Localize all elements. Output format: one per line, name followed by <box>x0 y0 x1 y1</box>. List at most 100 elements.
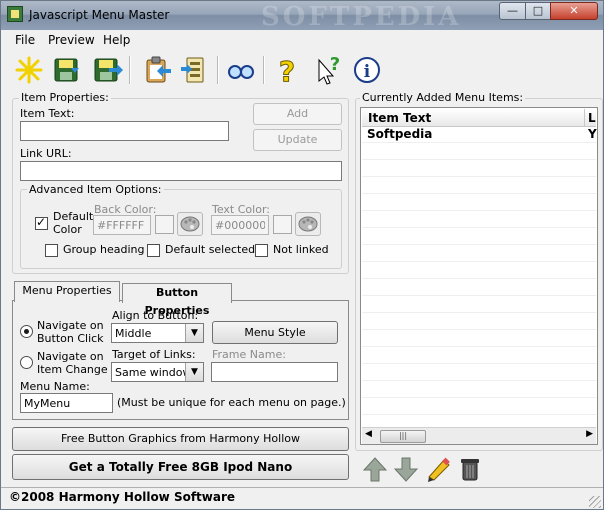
maximize-button[interactable]: □ <box>525 2 551 20</box>
scroll-left-icon[interactable]: ◀ <box>365 429 372 439</box>
target-of-links-select[interactable]: Same window ▼ <box>111 362 204 382</box>
svg-text:?: ? <box>279 55 295 86</box>
trash-icon[interactable] <box>456 455 484 483</box>
text-color-swatch <box>273 215 292 234</box>
list-row-empty <box>362 177 596 194</box>
list-row-empty <box>362 194 596 211</box>
menu-file[interactable]: File <box>15 33 35 47</box>
not-linked-checkbox[interactable] <box>255 244 268 257</box>
export-icon[interactable] <box>179 54 211 86</box>
menu-name-input[interactable] <box>20 393 113 413</box>
align-to-button-value: Middle <box>115 327 152 340</box>
text-color-palette-button[interactable] <box>295 212 321 236</box>
save-as-icon[interactable] <box>91 54 123 86</box>
back-color-input[interactable] <box>93 215 151 235</box>
minimize-button[interactable]: — <box>499 2 526 20</box>
info-icon[interactable]: i <box>351 54 383 86</box>
toolbar-separator <box>129 56 131 84</box>
group-heading-label: Group heading <box>63 243 145 256</box>
advanced-options-legend: Advanced Item Options: <box>27 183 164 196</box>
align-to-button-label: Align to Button: <box>112 309 199 322</box>
title-bar[interactable]: Javascript Menu Master SOFTPEDIA — □ ✕ <box>1 1 603 32</box>
resize-grip[interactable] <box>589 496 601 508</box>
svg-text:i: i <box>364 62 371 82</box>
default-color-label: Default Color <box>53 210 94 236</box>
preview-glasses-icon[interactable] <box>225 54 257 86</box>
scroll-right-icon[interactable]: ▶ <box>586 429 593 439</box>
watermark: SOFTPEDIA <box>261 2 462 32</box>
navigate-button-click-radio[interactable] <box>20 325 33 338</box>
column-divider[interactable] <box>584 109 585 126</box>
free-ipod-button[interactable]: Get a Totally Free 8GB Ipod Nano <box>12 454 349 480</box>
list-header: Item Text L <box>362 109 596 127</box>
column-link[interactable]: L <box>588 111 596 125</box>
copyright-text: ©2008 Harmony Hollow Software <box>9 490 236 504</box>
menu-preview[interactable]: Preview <box>48 33 95 47</box>
navigate-item-change-radio[interactable] <box>20 356 33 369</box>
palette-icon <box>298 216 318 232</box>
move-up-icon[interactable] <box>361 455 389 483</box>
back-color-swatch <box>155 215 174 234</box>
item-text-label: Item Text: <box>20 107 75 120</box>
back-color-palette-button[interactable] <box>177 212 203 236</box>
item-properties-legend: Item Properties: <box>19 91 111 104</box>
not-linked-label: Not linked <box>273 243 329 256</box>
menu-items-list[interactable]: Item Text L Softpedia Y ◀ ||| ▶ <box>360 107 598 445</box>
add-button[interactable]: Add <box>253 103 342 125</box>
navigate-button-click-label: Navigate on Button Click <box>37 319 104 345</box>
close-button[interactable]: ✕ <box>550 2 598 20</box>
list-row-empty <box>362 143 596 160</box>
tab-button-properties[interactable]: Button Properties <box>122 283 232 317</box>
free-graphics-button[interactable]: Free Button Graphics from Harmony Hollow <box>12 427 349 451</box>
update-button[interactable]: Update <box>253 129 342 151</box>
default-selected-checkbox[interactable] <box>147 244 160 257</box>
toolbar-separator <box>217 56 219 84</box>
list-row-empty <box>362 398 596 415</box>
list-row-empty <box>362 228 596 245</box>
align-to-button-select[interactable]: Middle ▼ <box>111 323 204 343</box>
list-row-empty <box>362 330 596 347</box>
chevron-down-icon: ▼ <box>185 324 203 342</box>
target-of-links-label: Target of Links: <box>112 348 196 361</box>
save-icon[interactable] <box>51 54 83 86</box>
list-row-empty <box>362 296 596 313</box>
default-color-checkbox[interactable] <box>35 215 48 230</box>
list-row-empty <box>362 262 596 279</box>
list-row-empty <box>362 381 596 398</box>
move-down-icon[interactable] <box>392 455 420 483</box>
app-window: Javascript Menu Master SOFTPEDIA — □ ✕ F… <box>0 0 604 510</box>
tab-menu-properties[interactable]: Menu Properties <box>14 281 120 302</box>
group-heading-checkbox[interactable] <box>45 244 58 257</box>
link-url-label: Link URL: <box>20 147 72 160</box>
toolbar: ? ? i <box>1 50 603 90</box>
window-title: Javascript Menu Master <box>29 8 170 22</box>
menu-help[interactable]: Help <box>103 33 130 47</box>
item-text-input[interactable] <box>20 121 229 141</box>
link-url-input[interactable] <box>20 161 342 181</box>
frame-name-label: Frame Name: <box>212 348 286 361</box>
frame-name-input[interactable] <box>211 362 338 382</box>
wizard-icon[interactable]: ? <box>311 54 343 86</box>
menu-name-label: Menu Name: <box>20 380 90 393</box>
text-color-input[interactable] <box>211 215 269 235</box>
list-row-empty <box>362 245 596 262</box>
list-row-empty <box>362 313 596 330</box>
paste-icon[interactable] <box>141 54 173 86</box>
toolbar-separator <box>263 56 265 84</box>
svg-text:?: ? <box>330 54 340 75</box>
target-of-links-value: Same window <box>115 366 192 379</box>
horizontal-scrollbar[interactable]: ◀ ||| ▶ <box>362 427 596 444</box>
menu-name-note: (Must be unique for each menu on page.) <box>117 396 346 409</box>
edit-pencil-icon[interactable] <box>424 455 452 483</box>
menu-bar: File Preview Help <box>1 30 603 50</box>
chevron-down-icon: ▼ <box>185 363 203 381</box>
column-item-text[interactable]: Item Text <box>368 111 431 125</box>
list-row-empty <box>362 160 596 177</box>
scroll-thumb[interactable]: ||| <box>380 430 426 443</box>
help-icon[interactable]: ? <box>271 54 303 87</box>
list-row-empty <box>362 279 596 296</box>
default-selected-label: Default selected <box>165 243 256 256</box>
new-icon[interactable] <box>13 54 45 86</box>
menu-style-button[interactable]: Menu Style <box>212 321 338 344</box>
list-item[interactable]: Softpedia Y <box>362 126 597 143</box>
